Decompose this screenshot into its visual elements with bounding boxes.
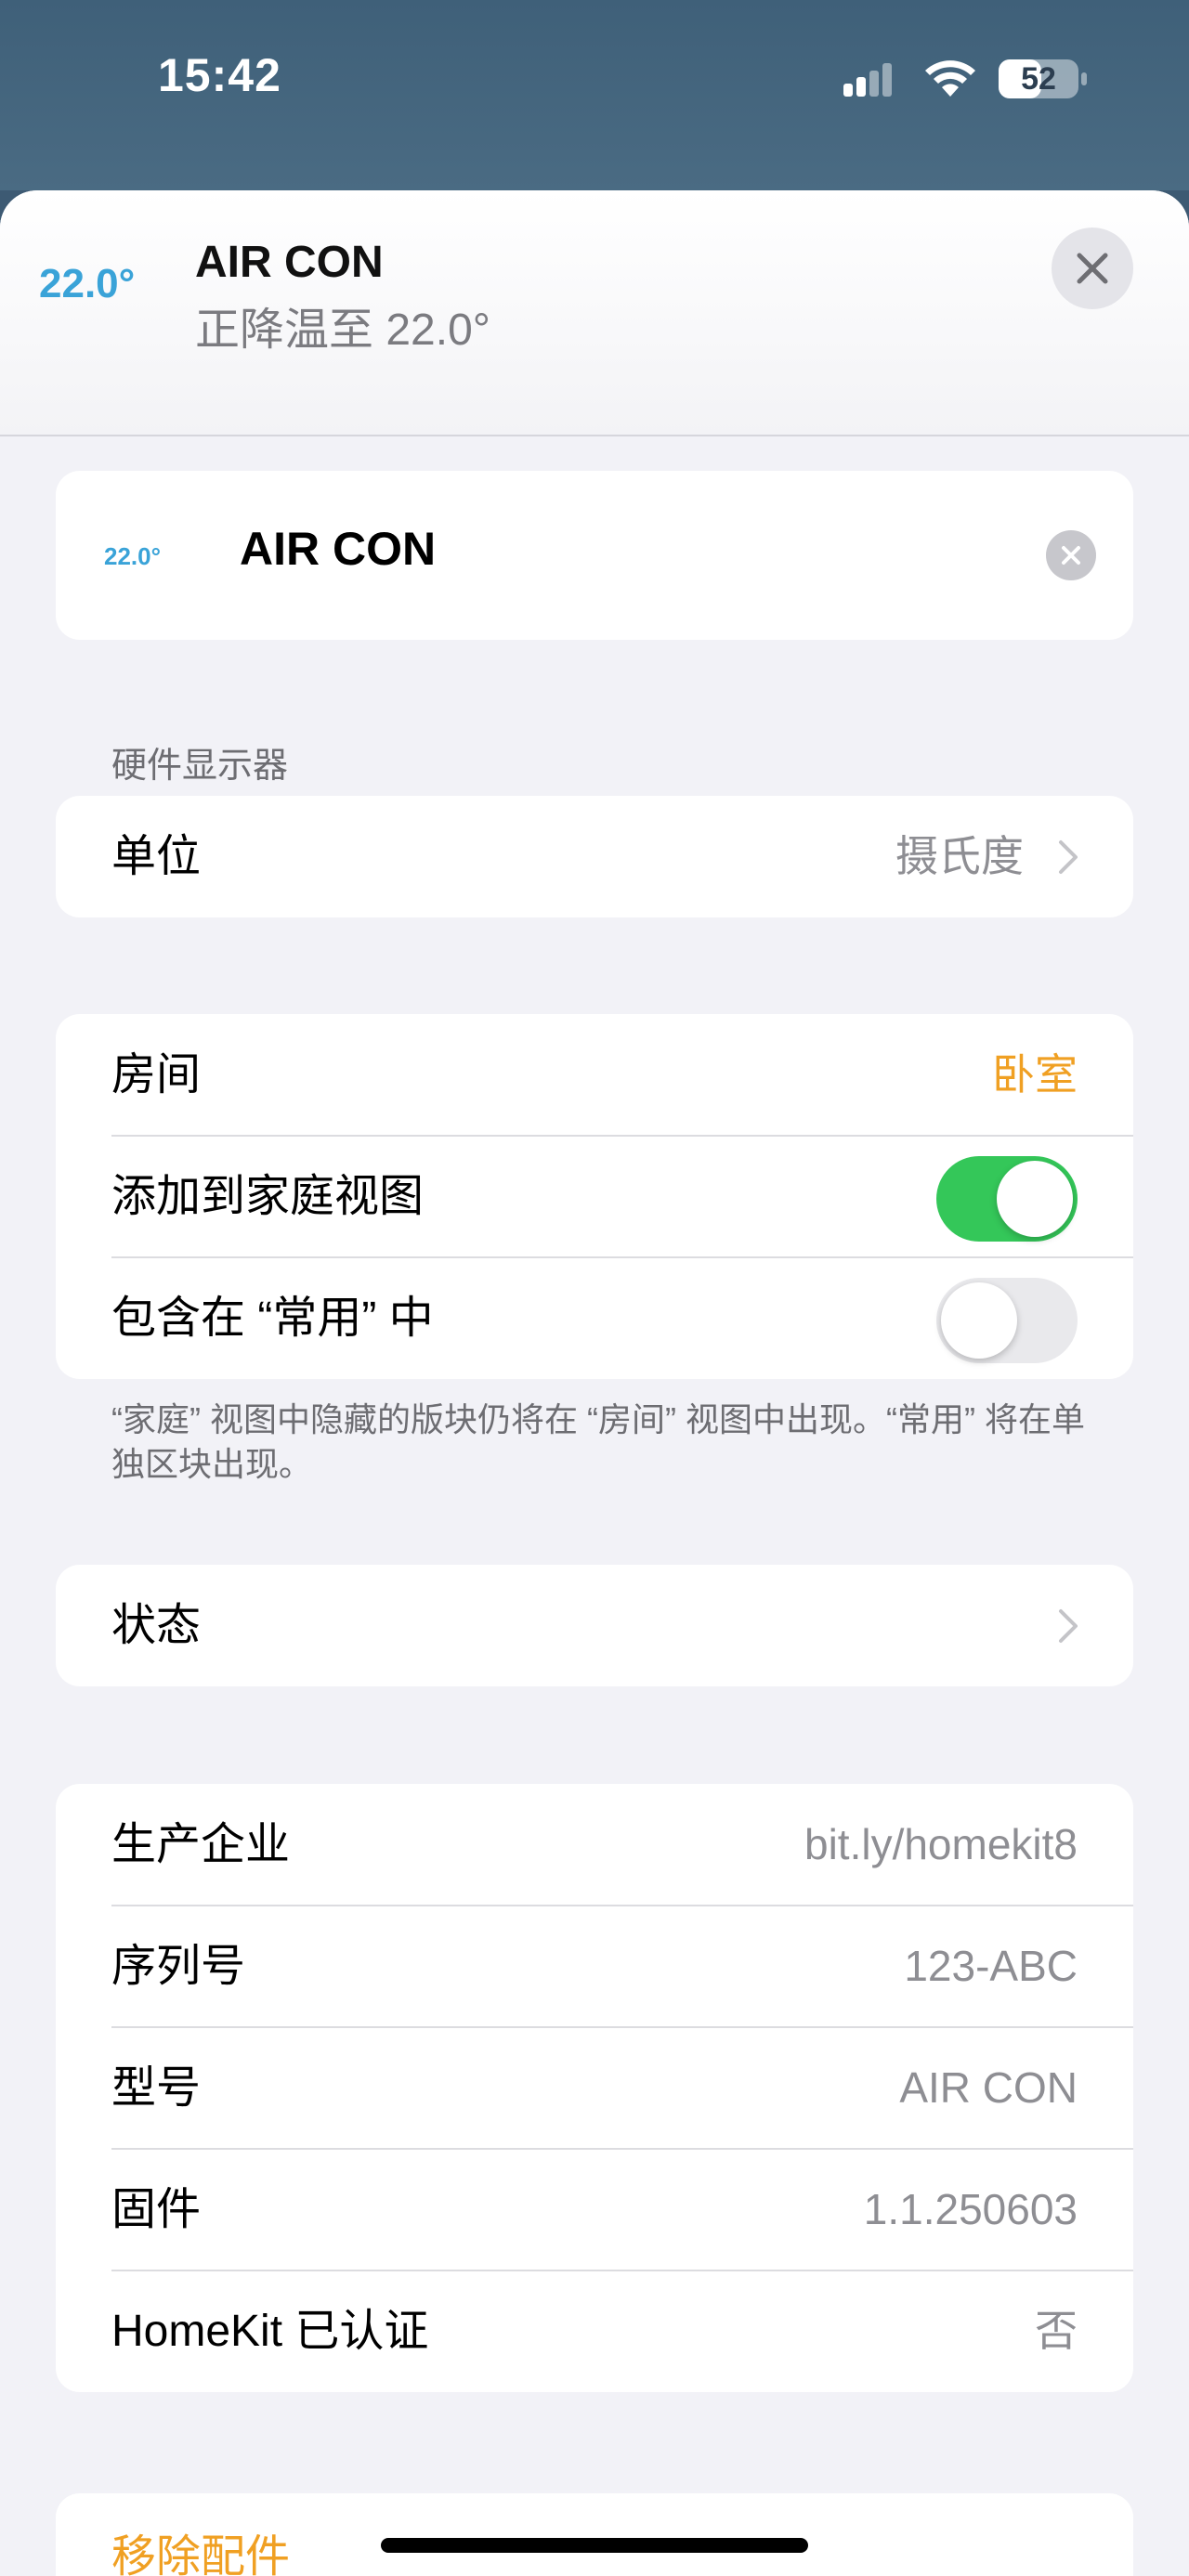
home-indicator[interactable] (381, 2538, 808, 2553)
hardware-card: 单位 摄氏度 (56, 796, 1133, 917)
info-card: 生产企业 bit.ly/homekit8 序列号 123-ABC 型号 AIR … (56, 1784, 1133, 2392)
room-value: 卧室 (992, 1050, 1078, 1099)
room-row[interactable]: 房间 卧室 (56, 1014, 1133, 1136)
accessory-settings-sheet: 22.0° AIR CON 正降温至 22.0° 22.0° AIR CON 硬… (0, 190, 1189, 2576)
status-label: 状态 (111, 1601, 202, 1650)
model-row: 型号 AIR CON (56, 2027, 1133, 2149)
hardware-section-caption: 硬件显示器 (111, 747, 289, 786)
info-value: 1.1.250603 (863, 2185, 1078, 2233)
info-value: AIR CON (899, 2063, 1078, 2112)
firmware-row: 固件 1.1.250603 (56, 2149, 1133, 2270)
info-value: 123-ABC (904, 1942, 1078, 1990)
homekit-certified-row: HomeKit 已认证 否 (56, 2270, 1133, 2392)
remove-accessory-button[interactable]: 移除配件 (111, 2519, 290, 2576)
header-subtitle: 正降温至 22.0° (195, 306, 490, 355)
cellular-signal-icon (843, 63, 892, 97)
room-label: 房间 (111, 1050, 202, 1099)
status-card: 状态 (56, 1565, 1133, 1686)
home-view-note: “家庭” 视图中隐藏的版块仍将在 “房间” 视图中出现。“常用” 将在单独区块出… (111, 1400, 1085, 1483)
info-label: 生产企业 (111, 1820, 291, 1869)
unit-value: 摄氏度 (895, 832, 1024, 880)
add-to-home-row: 添加到家庭视图 (56, 1136, 1133, 1257)
battery-level: 52 (1021, 61, 1056, 97)
wifi-icon (925, 60, 975, 97)
chevron-right-icon (1059, 1609, 1078, 1643)
battery-icon: 52 (998, 58, 1091, 100)
clear-icon (1062, 546, 1080, 565)
clear-name-button[interactable] (1046, 530, 1096, 580)
favorites-label: 包含在 “常用” 中 (111, 1294, 434, 1343)
info-label: 固件 (111, 2185, 202, 2234)
add-to-home-label: 添加到家庭视图 (111, 1172, 425, 1221)
info-value: 否 (1035, 2307, 1078, 2355)
status-row[interactable]: 状态 (56, 1565, 1133, 1686)
favorites-row: 包含在 “常用” 中 (56, 1257, 1133, 1379)
manufacturer-row: 生产企业 bit.ly/homekit8 (56, 1784, 1133, 1906)
close-icon (1077, 253, 1108, 284)
sheet-header: 22.0° AIR CON 正降温至 22.0° (0, 190, 1189, 436)
unit-row[interactable]: 单位 摄氏度 (56, 796, 1133, 917)
status-time: 15:42 (158, 49, 281, 101)
accessory-name-card: 22.0° AIR CON (56, 471, 1133, 640)
info-value: bit.ly/homekit8 (804, 1820, 1078, 1868)
chevron-right-icon (1059, 840, 1078, 874)
header-title: AIR CON (195, 238, 384, 287)
serial-number-row: 序列号 123-ABC (56, 1906, 1133, 2027)
info-label: 序列号 (111, 1942, 246, 1991)
accessory-name-field[interactable]: AIR CON (240, 522, 436, 576)
favorites-toggle[interactable] (936, 1278, 1078, 1363)
add-to-home-toggle[interactable] (936, 1156, 1078, 1242)
header-temperature: 22.0° (39, 261, 136, 306)
room-card: 房间 卧室 添加到家庭视图 包含在 “常用” 中 (56, 1014, 1133, 1379)
remove-card: 移除配件 (56, 2493, 1133, 2576)
close-button[interactable] (1052, 228, 1133, 309)
status-bar: 15:42 52 (0, 0, 1189, 190)
name-card-temperature: 22.0° (104, 542, 162, 570)
unit-label: 单位 (111, 832, 202, 881)
info-label: 型号 (111, 2063, 202, 2113)
info-label: HomeKit 已认证 (111, 2307, 429, 2356)
